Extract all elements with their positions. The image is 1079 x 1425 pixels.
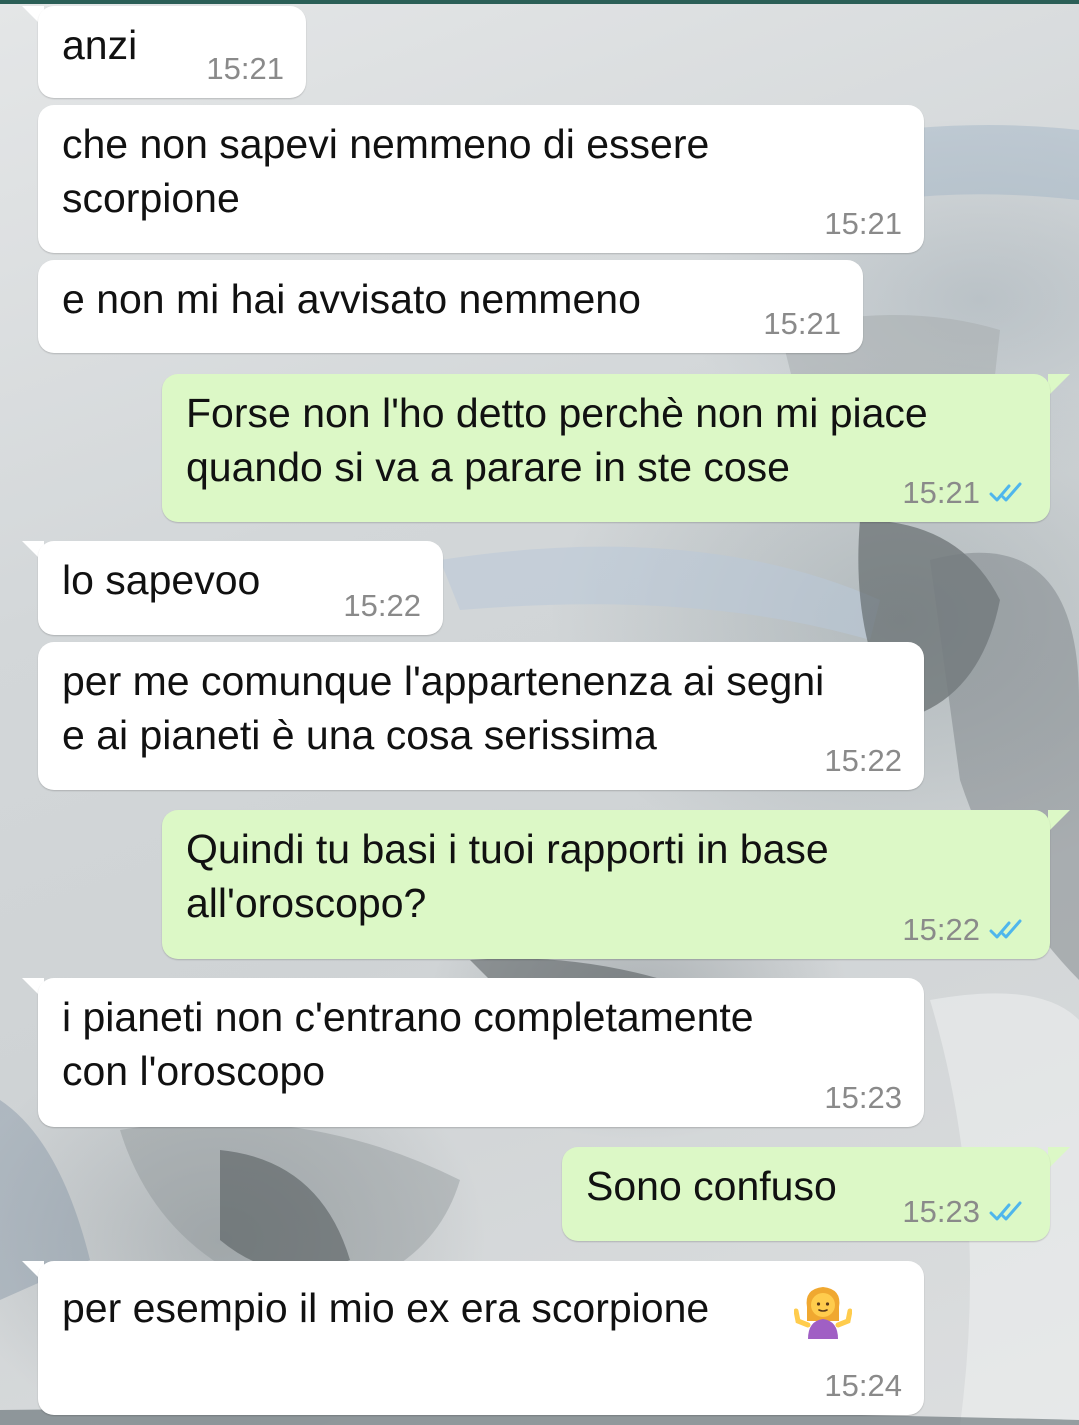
message-time: 15:22 (824, 743, 902, 778)
message-meta: 15:22 (343, 589, 421, 623)
message-time: 15:22 (343, 588, 421, 623)
message-incoming[interactable]: lo sapevoo 15:22 (38, 541, 443, 635)
message-meta: 15:21 (206, 52, 284, 86)
message-time: 15:22 (902, 912, 980, 947)
message-meta: 15:21 (902, 476, 1028, 510)
double-check-icon (989, 482, 1022, 502)
message-meta: 15:24 (824, 1369, 902, 1403)
bubble-tail (1048, 1147, 1070, 1169)
person-shrugging-emoji (794, 1287, 852, 1339)
message-text: i pianeti non c'entrano completamente co… (62, 994, 754, 1094)
message-incoming[interactable]: e non mi hai avvisato nemmeno 15:21 (38, 260, 863, 353)
message-time: 15:21 (763, 306, 841, 341)
message-incoming[interactable]: per esempio il mio ex era scorpione 15:2… (38, 1261, 924, 1415)
message-text: per esempio il mio ex era scorpione (62, 1285, 710, 1331)
message-time: 15:24 (824, 1368, 902, 1403)
message-outgoing[interactable]: Forse non l'ho detto perchè non mi piace… (162, 374, 1050, 522)
message-meta: 15:23 (824, 1081, 902, 1115)
message-time: 15:21 (902, 475, 980, 510)
message-text: e non mi hai avvisato nemmeno (62, 276, 641, 322)
message-outgoing[interactable]: Sono confuso 15:23 (562, 1147, 1050, 1241)
double-check-icon (989, 1201, 1022, 1221)
message-outgoing[interactable]: Quindi tu basi i tuoi rapporti in base a… (162, 810, 1050, 959)
message-incoming[interactable]: i pianeti non c'entrano completamente co… (38, 978, 924, 1127)
message-time: 15:21 (206, 51, 284, 86)
message-time: 15:23 (824, 1080, 902, 1115)
message-incoming[interactable]: per me comunque l'appartenenza ai segni … (38, 642, 924, 790)
message-meta: 15:22 (824, 744, 902, 778)
message-time: 15:23 (902, 1194, 980, 1229)
message-time: 15:21 (824, 206, 902, 241)
message-meta: 15:23 (902, 1195, 1028, 1229)
bubble-tail (1048, 810, 1070, 832)
message-text: Quindi tu basi i tuoi rapporti in base a… (186, 826, 829, 926)
message-incoming[interactable]: che non sapevi nemmeno di essere scorpio… (38, 105, 924, 253)
message-text: per me comunque l'appartenenza ai segni … (62, 658, 825, 758)
message-meta: 15:22 (902, 913, 1028, 947)
message-incoming[interactable]: anzi 15:21 (38, 6, 306, 98)
message-meta: 15:21 (824, 207, 902, 241)
double-check-icon (989, 919, 1022, 939)
message-text: che non sapevi nemmeno di essere scorpio… (62, 121, 710, 221)
message-meta: 15:21 (763, 307, 841, 341)
message-text: Forse non l'ho detto perchè non mi piace… (186, 390, 928, 490)
bubble-tail (1048, 374, 1070, 396)
